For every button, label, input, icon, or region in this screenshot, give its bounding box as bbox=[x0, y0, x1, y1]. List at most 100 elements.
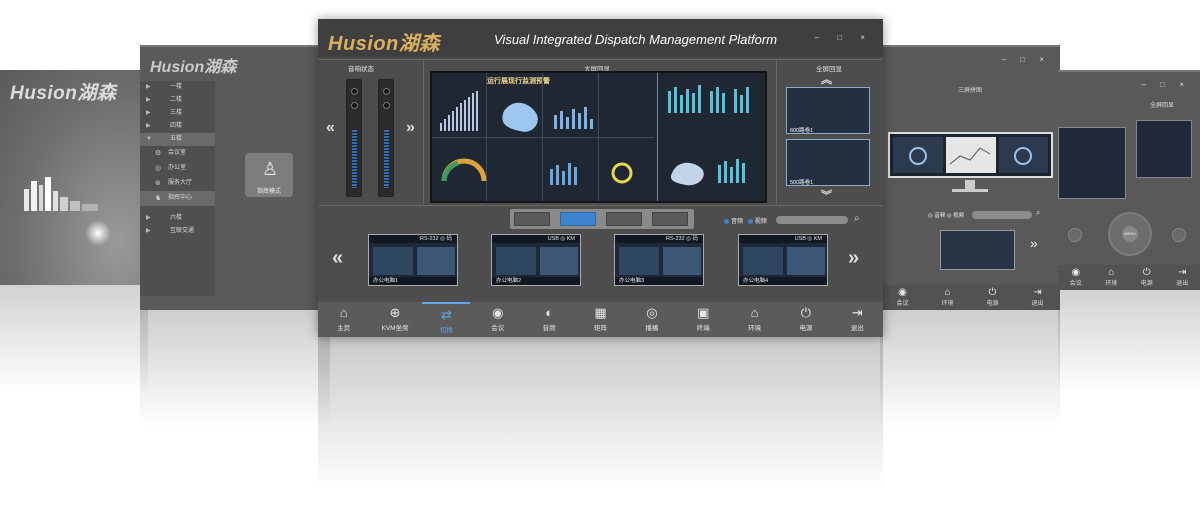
source-card-2[interactable]: USB ◎ KM 办公电脑2 bbox=[491, 234, 581, 286]
switch-icon: ⇄ bbox=[440, 307, 452, 322]
search-input[interactable] bbox=[972, 211, 1032, 219]
menu-item-floor-4[interactable]: ▶ 四楼 bbox=[140, 120, 215, 133]
window-controls[interactable]: – □ × bbox=[1002, 55, 1050, 64]
tv-preview bbox=[888, 132, 1053, 178]
nav-power[interactable]: ⏻ 电源 bbox=[782, 302, 830, 337]
source-pane bbox=[787, 247, 825, 275]
preview-thumbnail bbox=[1136, 120, 1192, 178]
nav-exit[interactable]: ⇥ 退出 bbox=[1018, 285, 1058, 310]
nav-matrix[interactable]: ▦ 矩阵 bbox=[577, 302, 625, 337]
broadcast-icon: ◎ bbox=[646, 305, 658, 320]
nav-power[interactable]: ⏻ 电源 bbox=[1132, 265, 1162, 290]
dashboard-graphic bbox=[432, 73, 749, 201]
nav-terminal[interactable]: ▣ 终端 bbox=[679, 302, 727, 337]
nav-kvm-seat[interactable]: ⊕ KVM坐席 bbox=[371, 302, 419, 337]
window-controls[interactable]: – □ × bbox=[815, 33, 873, 42]
menu-item-traffic[interactable]: ▶ 互联交通 bbox=[140, 225, 215, 238]
nav-meeting[interactable]: ◉ 会议 bbox=[1061, 265, 1091, 290]
layout-option[interactable] bbox=[652, 212, 688, 226]
source-pane bbox=[663, 247, 701, 275]
volume-meter bbox=[384, 130, 389, 188]
power-icon: ⏻ bbox=[800, 305, 812, 320]
source-thumbnail[interactable] bbox=[940, 230, 1015, 270]
nav-power[interactable]: ⏻ 电源 bbox=[973, 285, 1013, 310]
submenu-item-meeting-room[interactable]: ⚙ 会议室 bbox=[140, 146, 215, 161]
meeting-icon: ◉ bbox=[492, 305, 504, 320]
search-icon[interactable]: ⌕ bbox=[1036, 208, 1040, 218]
chevron-right-icon[interactable]: » bbox=[848, 247, 859, 270]
speaker-right[interactable] bbox=[378, 79, 394, 197]
floor-menu-window: Husion湖森 ▶ 一楼 ▶ 二楼 ▶ 三楼 ▶ 四楼 ▼ 五楼 ⚙ 会议室 ◎ 办公室 ⊛… bbox=[140, 45, 330, 310]
nav-meeting[interactable]: ◉ 会议 bbox=[883, 285, 923, 310]
nav-audio[interactable]: ◐ 音频 bbox=[525, 302, 573, 337]
chevron-right-icon: ▶ bbox=[146, 97, 151, 103]
layout-option[interactable] bbox=[606, 212, 642, 226]
menu-item-floor-1[interactable]: ▶ 一楼 bbox=[140, 81, 215, 94]
floor-reflection bbox=[880, 310, 1060, 440]
divider bbox=[423, 59, 424, 204]
nav-environment[interactable]: ⌂ 环境 bbox=[928, 285, 968, 310]
source-card-1[interactable]: RS-232 ◎ 码 办公电脑1 bbox=[368, 234, 458, 286]
nav-exit[interactable]: ⇥ 退出 bbox=[1167, 265, 1197, 290]
menu-item-floor-6[interactable]: ▶ 六楼 bbox=[140, 212, 215, 225]
av-toggle[interactable]: ◎ 音频 ◎ 视频 bbox=[928, 211, 964, 219]
chevron-left-icon[interactable]: « bbox=[326, 119, 335, 137]
search-icon[interactable]: ⌕ bbox=[854, 213, 860, 224]
source-card-4[interactable]: USB ◎ KM 办公电脑4 bbox=[738, 234, 828, 286]
power-icon: ⏻ bbox=[988, 287, 997, 298]
nav-meeting[interactable]: ◉ 会议 bbox=[474, 302, 522, 337]
menu-item-floor-3[interactable]: ▶ 三楼 bbox=[140, 107, 215, 120]
chevron-right-icon: ▶ bbox=[146, 110, 151, 116]
menu-item-floor-2[interactable]: ▶ 二楼 bbox=[140, 94, 215, 107]
nav-label: 播播 bbox=[645, 325, 659, 332]
side-wall-previews: 600路卷1 500路卷1 bbox=[786, 87, 870, 191]
chevron-right-icon[interactable]: » bbox=[406, 119, 415, 137]
main-dispatch-window: Husion湖森 Visual Integrated Dispatch Mana… bbox=[318, 19, 883, 337]
chevron-right-icon: ▶ bbox=[146, 84, 151, 90]
source-card-3[interactable]: RS-232 ◎ 码 办公电脑3 bbox=[614, 234, 704, 286]
nav-exit[interactable]: ⇥ 退出 bbox=[833, 302, 881, 337]
bottom-nav: ◉ 会议 ⌂ 环境 ⏻ 电源 ⇥ 退出 bbox=[1058, 265, 1200, 290]
command-mode-button[interactable]: ♙ 指挥模式 bbox=[245, 153, 293, 197]
submenu-item-command-center[interactable]: ♞ 指挥中心 bbox=[140, 191, 215, 206]
nav-label: KVM坐席 bbox=[381, 325, 409, 332]
video-wall-preview[interactable]: 运行展现行监测预警 bbox=[430, 71, 767, 203]
home-icon: ⌂ bbox=[1108, 267, 1115, 278]
menu-item-floor-5[interactable]: ▼ 五楼 bbox=[140, 133, 215, 146]
audio-panel-label: 音响状态 bbox=[348, 66, 374, 73]
nav-environment[interactable]: ⌂ 环境 bbox=[731, 302, 779, 337]
source-pane bbox=[373, 247, 413, 275]
submenu-item-service-hall[interactable]: ⊛ 服务大厅 bbox=[140, 176, 215, 191]
radio-icon bbox=[747, 218, 753, 224]
remote-control-window: – □ × 全屏回显 MENU ◉ 会议 ⌂ 环境 ⏻ 电源 ⇥ 退出 bbox=[1058, 70, 1200, 290]
chevron-down-icon[interactable]: ︾ bbox=[821, 187, 832, 203]
window-controls[interactable]: – □ × bbox=[1142, 80, 1190, 89]
exit-icon: ⇥ bbox=[851, 305, 863, 320]
zoom-knob[interactable] bbox=[1172, 228, 1186, 242]
chevron-up-icon[interactable]: ︽ bbox=[821, 71, 832, 87]
volume-meter bbox=[352, 130, 357, 188]
direction-pad[interactable]: MENU bbox=[1108, 212, 1152, 256]
chevron-right-icon[interactable]: » bbox=[1030, 235, 1038, 251]
speaker-left[interactable] bbox=[346, 79, 362, 197]
decor-glow bbox=[85, 220, 111, 246]
command-icon: ♞ bbox=[155, 195, 162, 202]
av-toggle[interactable]: 音频 视频 bbox=[724, 216, 767, 225]
source-pane bbox=[496, 247, 536, 275]
title-bar: Husion湖森 Visual Integrated Dispatch Mana… bbox=[318, 19, 883, 57]
brand-logo: Husion湖森 bbox=[150, 59, 237, 76]
search-input[interactable] bbox=[776, 216, 848, 224]
nav-broadcast[interactable]: ◎ 播播 bbox=[628, 302, 676, 337]
nav-environment[interactable]: ⌂ 环境 bbox=[1096, 265, 1126, 290]
source-pane bbox=[743, 247, 783, 275]
submenu-item-office[interactable]: ◎ 办公室 bbox=[140, 161, 215, 176]
chevron-left-icon[interactable]: « bbox=[332, 247, 343, 270]
zoom-knob[interactable] bbox=[1068, 228, 1082, 242]
nav-home[interactable]: ⌂ 主页 bbox=[320, 302, 368, 337]
layout-selector bbox=[510, 209, 694, 229]
command-mode-label: 指挥模式 bbox=[256, 189, 281, 195]
layout-option[interactable] bbox=[514, 212, 550, 226]
layout-option-active[interactable] bbox=[560, 212, 596, 226]
nav-switch[interactable]: ⇄ 切换 bbox=[422, 302, 471, 337]
menu-button[interactable]: MENU bbox=[1122, 226, 1138, 242]
